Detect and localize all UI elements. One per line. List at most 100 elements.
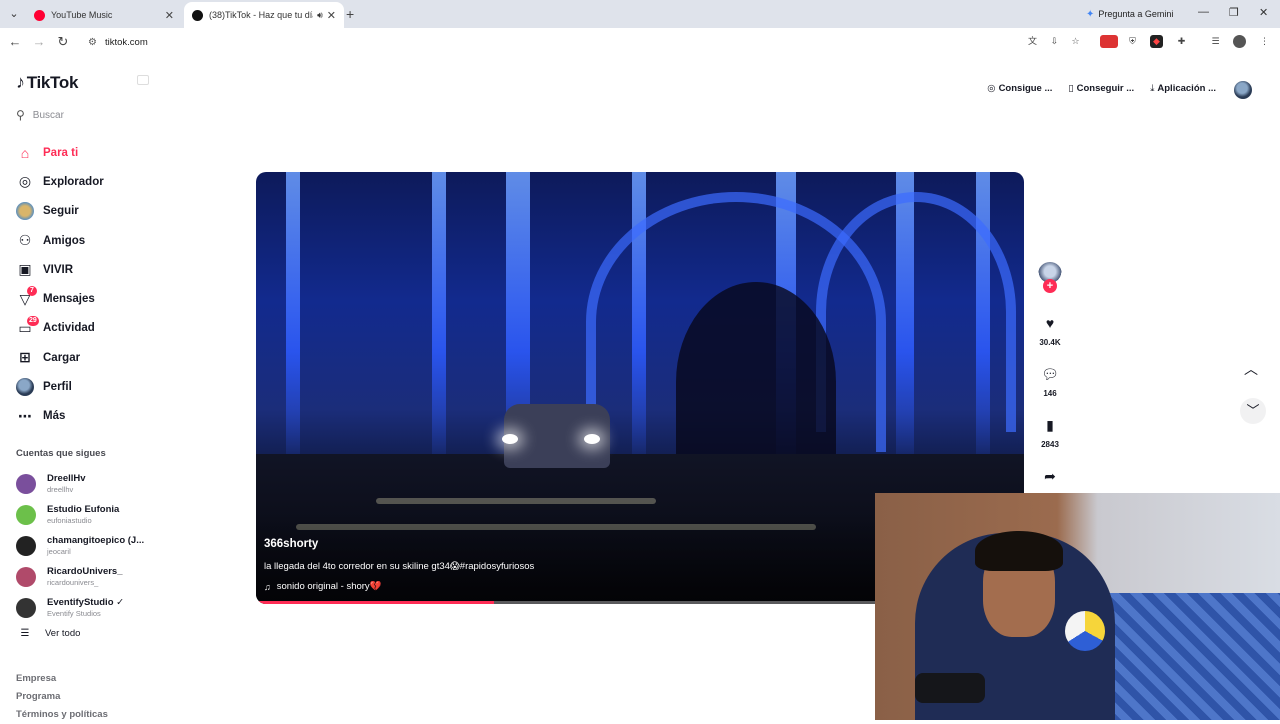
nav-item-actividad[interactable]: ▭ 29 Actividad — [16, 314, 216, 343]
profile-avatar-icon[interactable] — [1233, 35, 1246, 48]
like-button[interactable]: ♥ 30.4K — [1030, 314, 1070, 347]
following-item[interactable]: Estudio Eufonia eufoniastudio — [16, 499, 216, 530]
tab-title: YouTube Music — [51, 10, 113, 20]
account-name: chamangitoepico (J... — [47, 535, 145, 546]
get-coins-button[interactable]: ◎ Consigue ... — [987, 83, 1052, 94]
tab-youtube-music[interactable]: YouTube Music ✕ — [26, 2, 182, 28]
nav-label: Actividad — [43, 322, 95, 335]
url-field[interactable]: ⚙ tiktok.com — [84, 33, 1024, 51]
account-handle: dreellhv — [47, 485, 74, 494]
avatar — [16, 566, 36, 587]
user-avatar[interactable] — [1234, 81, 1252, 99]
account-name: DreellHv — [47, 473, 86, 484]
back-icon[interactable]: ← — [7, 34, 23, 49]
nav-label: Perfil — [43, 381, 72, 394]
nav-item-mas[interactable]: ⋯ Más — [16, 402, 216, 431]
restore-icon[interactable]: ❐ — [1229, 6, 1239, 19]
bookmark-star-icon[interactable]: ☆ — [1069, 35, 1082, 48]
music-note-icon: ♫ — [264, 581, 271, 592]
nav-label: Más — [43, 410, 66, 423]
following-item[interactable]: chamangitoepico (J... jeocaril — [16, 530, 216, 561]
nav-item-cargar[interactable]: ⊞ Cargar — [16, 343, 216, 372]
avatar — [16, 535, 36, 556]
tab-tiktok[interactable]: (38)TikTok - Haz que tu día 🔊︎ ✕ — [184, 2, 344, 28]
share-button[interactable]: ➦ — [1030, 467, 1070, 485]
account-handle: ricardounivers_ — [47, 578, 99, 587]
close-tab-icon[interactable]: ✕ — [327, 9, 336, 22]
save-button[interactable]: ▮ 2843 — [1030, 416, 1070, 449]
more-icon: ⋯ — [18, 407, 32, 424]
avatar — [16, 597, 36, 618]
gemini-button[interactable]: ✦ Pregunta a Gemini — [1078, 5, 1181, 23]
following-item[interactable]: DreellHv dreellhv — [16, 468, 216, 499]
minimize-icon[interactable]: — — [1198, 6, 1209, 18]
forward-icon[interactable]: → — [31, 34, 47, 49]
nav-item-vivir[interactable]: ▣ VIVIR — [16, 255, 216, 284]
following-item[interactable]: EventifyStudio ✓ Eventify Studios — [16, 592, 216, 623]
nav-item-amigos[interactable]: ⚇ Amigos — [16, 226, 216, 255]
account-name: Estudio Eufonia — [47, 504, 120, 515]
get-coins-label: Consigue ... — [998, 83, 1053, 94]
footer-links: Empresa Programa Términos y políticas — [16, 670, 108, 724]
nav-item-perfil[interactable]: Perfil — [16, 372, 216, 401]
nav-item-seguir[interactable]: Seguir — [16, 197, 216, 226]
activity-badge: 29 — [27, 315, 39, 326]
account-name: EventifyStudio ✓ — [47, 597, 125, 608]
close-window-icon[interactable]: ✕ — [1259, 6, 1268, 19]
close-tab-icon[interactable]: ✕ — [165, 9, 174, 22]
tab-title: (38)TikTok - Haz que tu día — [209, 10, 314, 20]
next-video-icon[interactable]: ﹀ — [1240, 398, 1266, 424]
nav-item-explorador[interactable]: ◎ Explorador — [16, 167, 216, 196]
shield-icon[interactable]: ⛨ — [1126, 35, 1139, 48]
collapse-sidebar-icon[interactable] — [137, 75, 149, 85]
reload-icon[interactable]: ↻ — [55, 34, 71, 50]
video-frame-headlight — [584, 434, 600, 444]
like-count: 30.4K — [1039, 338, 1061, 347]
comment-button[interactable]: 💬︎ 146 — [1030, 365, 1070, 398]
see-all-link[interactable]: ☰ Ver todo — [16, 628, 81, 639]
extension-toolbox-icon[interactable] — [1100, 35, 1118, 48]
creator-avatar[interactable]: + — [1038, 262, 1062, 293]
previous-video-icon[interactable]: ︿ — [1244, 359, 1258, 379]
avatar — [16, 504, 36, 525]
nav-label: Para ti — [43, 146, 79, 159]
video-author[interactable]: 366shorty — [264, 538, 318, 550]
footer-link-terminos[interactable]: Términos y políticas — [16, 706, 108, 724]
speaker-icon[interactable]: 🔊︎ — [317, 10, 323, 21]
video-frame-light — [286, 172, 300, 472]
browser-tab-strip: ⌄ YouTube Music ✕ (38)TikTok - Haz que t… — [0, 0, 1280, 28]
footer-link-programa[interactable]: Programa — [16, 688, 108, 706]
follow-plus-icon[interactable]: + — [1043, 279, 1057, 293]
get-app-button[interactable]: ▯ Conseguir ... — [1068, 83, 1134, 94]
address-bar: ← → ↻ ⚙ tiktok.com 文 ⇩ ☆ ⛨ ◆ ✚ ☰ ⋮ — [0, 28, 1280, 56]
following-item[interactable]: RicardoUnivers_ ricardounivers_ — [16, 561, 216, 592]
avatar — [16, 473, 36, 494]
video-caption: la llegada del 4to corredor en su skilin… — [264, 561, 535, 572]
tiktok-logo[interactable]: ♪ TikTok — [16, 72, 78, 93]
translate-icon[interactable]: 文 — [1026, 35, 1039, 48]
list-icon: ☰ — [20, 628, 30, 639]
account-handle: Eventify Studios — [47, 609, 101, 618]
extensions-puzzle-icon[interactable]: ✚ — [1175, 35, 1188, 48]
media-queue-icon[interactable]: ☰ — [1209, 35, 1222, 48]
browser-menu-icon[interactable]: ⋮ — [1258, 35, 1271, 48]
site-info-icon[interactable]: ⚙ — [88, 37, 97, 48]
nav-item-para-ti[interactable]: ⌂ Para ti — [16, 138, 216, 167]
nav-label: Explorador — [43, 175, 104, 188]
nav-item-mensajes[interactable]: ▽ 7 Mensajes — [16, 284, 216, 313]
sound-label: sonido original - shory💔 — [276, 581, 382, 592]
webcam-hair — [975, 531, 1063, 571]
following-avatar-icon — [16, 202, 34, 221]
video-sound[interactable]: ♫ sonido original - shory💔 — [264, 581, 382, 592]
new-tab-button[interactable]: + — [346, 6, 354, 22]
footer-link-empresa[interactable]: Empresa — [16, 670, 108, 688]
search-field[interactable]: ⚲ Buscar — [16, 106, 166, 124]
friends-icon: ⚇ — [18, 232, 32, 249]
install-app-icon[interactable]: ⇩ — [1048, 35, 1061, 48]
nav-label: Amigos — [43, 234, 86, 247]
comment-icon: 💬︎ — [1041, 366, 1059, 382]
extension-red-icon[interactable]: ◆ — [1150, 35, 1163, 48]
nav-label: Mensajes — [43, 293, 95, 306]
desktop-app-button[interactable]: ⤓ Aplicación ... — [1150, 83, 1216, 94]
tab-search-icon[interactable]: ⌄ — [6, 6, 22, 22]
